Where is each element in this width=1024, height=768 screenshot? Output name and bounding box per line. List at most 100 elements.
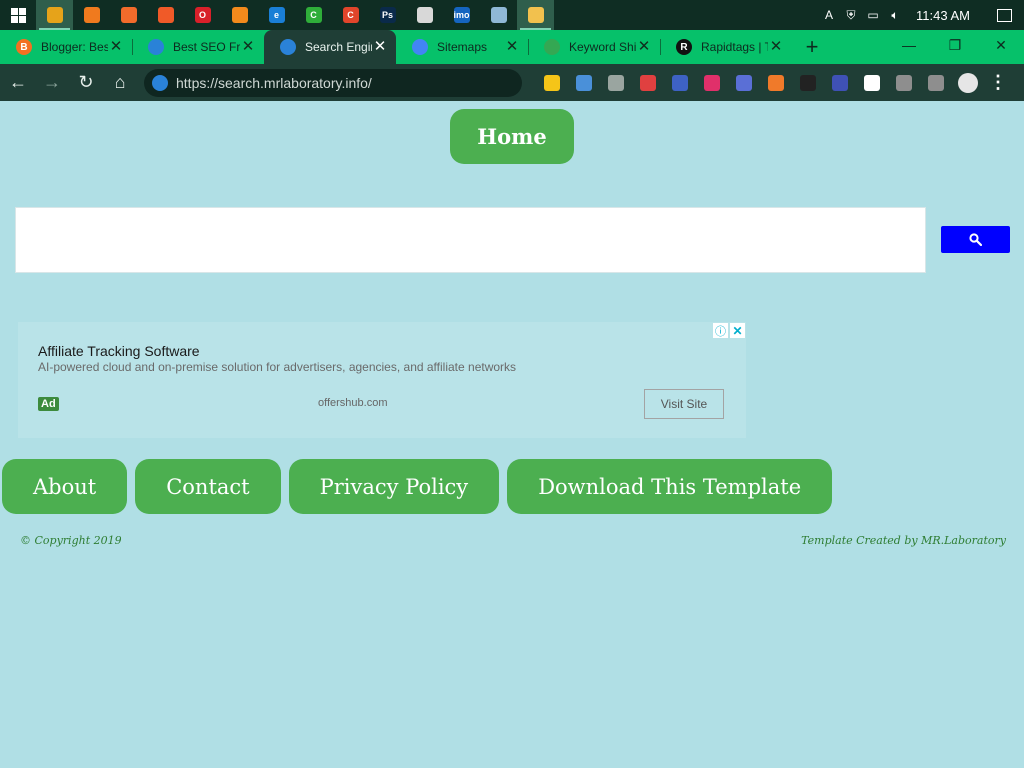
web-page: Home ⓘ ✕ Affiliate Tracking Software AI-… [0, 101, 1024, 768]
taskbar-app-chrome[interactable] [36, 0, 73, 30]
close-window-icon[interactable]: ✕ [978, 30, 1024, 60]
link-button-privacy-policy[interactable]: Privacy Policy [288, 459, 500, 514]
visit-site-button[interactable]: Visit Site [644, 389, 724, 419]
ad-info-icon[interactable]: ⓘ [713, 323, 728, 338]
tab-favicon-icon [148, 39, 164, 55]
link-button-download-this-template[interactable]: Download This Template [507, 459, 833, 514]
address-bar-url[interactable]: https://search.mrlaboratory.info/ [176, 75, 372, 91]
tab-favicon-icon [412, 39, 428, 55]
tab-close-icon[interactable]: ✕ [768, 39, 784, 55]
taskbar-app-terminal[interactable] [406, 0, 443, 30]
forward-button[interactable]: → [36, 67, 68, 99]
search-input[interactable] [16, 208, 925, 272]
tab-favicon-icon [544, 39, 560, 55]
extension-icon[interactable] [824, 67, 856, 99]
home-button[interactable]: Home [450, 109, 574, 164]
browser-tab[interactable]: R Rapidtags | The✕ [660, 30, 792, 64]
browser-tab[interactable]: Search Engine✕ [264, 30, 396, 64]
browser-tab-strip: BBlogger: Best SEO✕Best SEO Friendly✕Sea… [0, 30, 1024, 64]
taskbar-app-brave[interactable] [147, 0, 184, 30]
reload-button[interactable]: ↻ [70, 67, 102, 99]
taskbar-app-opera[interactable]: O [184, 0, 221, 30]
windows-taskbar: Oe C C Ps imo A ⛨ ▭ 🔈︎ 11:43 AM [0, 0, 1024, 30]
browser-tab[interactable]: B Blogger: Best SEO✕ [0, 30, 132, 64]
extension-icon[interactable] [664, 67, 696, 99]
ad-title[interactable]: Affiliate Tracking Software [38, 343, 200, 359]
back-button[interactable]: ← [2, 67, 34, 99]
new-tab-button[interactable]: + [794, 30, 830, 64]
notification-center-icon[interactable] [984, 0, 1024, 30]
profile-avatar[interactable] [952, 67, 984, 99]
extension-icon[interactable] [760, 67, 792, 99]
tab-favicon-icon [280, 39, 296, 55]
tab-title: Rapidtags | The [701, 40, 768, 54]
extension-icon[interactable] [600, 67, 632, 99]
tab-favicon-icon: R [676, 39, 692, 55]
tab-title: Search Engine [305, 40, 372, 54]
browser-tab[interactable]: Best SEO Friendly✕ [132, 30, 264, 64]
advertisement[interactable]: ⓘ ✕ Affiliate Tracking Software AI-power… [18, 322, 746, 438]
taskbar-app-file-explorer[interactable] [517, 0, 554, 30]
extension-icon[interactable] [536, 67, 568, 99]
taskbar-app-imo[interactable]: imo [443, 0, 480, 30]
brave-icon [157, 7, 174, 23]
language-icon[interactable]: A [818, 0, 840, 30]
template-credit: Template Created by MR.Laboratory [801, 534, 1006, 547]
edge-icon: e [268, 7, 285, 23]
opera-icon: O [194, 7, 211, 23]
extension-icon[interactable] [856, 67, 888, 99]
search-box [15, 207, 926, 273]
taskbar-app-notepad[interactable] [480, 0, 517, 30]
uc-browser-icon [120, 7, 137, 23]
tab-close-icon[interactable]: ✕ [108, 39, 124, 55]
ad-domain[interactable]: offershub.com [318, 397, 388, 409]
file-explorer-icon [527, 7, 544, 23]
tab-close-icon[interactable]: ✕ [372, 39, 388, 55]
tab-title: Sitemaps [437, 40, 488, 54]
browser-toolbar: ← → ↻ ⌂ https://search.mrlaboratory.info… [0, 64, 1024, 101]
shield-icon[interactable]: ⛨ [840, 0, 862, 30]
extension-icon[interactable] [920, 67, 952, 99]
ad-badge: Ad [38, 397, 59, 411]
taskbar-app-camtasia-red[interactable]: C [332, 0, 369, 30]
taskbar-app-firefox[interactable] [73, 0, 110, 30]
windows-start-button[interactable] [0, 0, 36, 30]
extension-icon[interactable] [568, 67, 600, 99]
extension-icon[interactable] [696, 67, 728, 99]
link-button-contact[interactable]: Contact [135, 459, 281, 514]
minimize-icon[interactable]: — [886, 30, 932, 60]
extension-icon[interactable] [728, 67, 760, 99]
extension-icon[interactable] [888, 67, 920, 99]
browser-tab[interactable]: Keyword Shitter✕ [528, 30, 660, 64]
extension-icon[interactable] [792, 67, 824, 99]
taskbar-apps: Oe C C Ps imo [36, 0, 554, 30]
browser-tab[interactable]: Sitemaps ✕ [396, 30, 528, 64]
tab-close-icon[interactable]: ✕ [240, 39, 256, 55]
taskbar-app-edge[interactable]: e [258, 0, 295, 30]
taskbar-app-camtasia[interactable]: C [295, 0, 332, 30]
volume-icon[interactable]: 🔈︎ [884, 0, 906, 30]
system-tray: A ⛨ ▭ 🔈︎ 11:43 AM [818, 0, 1024, 30]
taskbar-app-firefox-alt[interactable] [221, 0, 258, 30]
link-button-about[interactable]: About [2, 459, 128, 514]
search-button[interactable] [941, 226, 1010, 253]
browser-menu-icon[interactable]: ⋮ [984, 67, 1012, 99]
tab-close-icon[interactable]: ✕ [504, 39, 520, 55]
taskbar-app-photoshop[interactable]: Ps [369, 0, 406, 30]
taskbar-app-uc-browser[interactable] [110, 0, 147, 30]
ad-close-icon[interactable]: ✕ [730, 323, 745, 338]
network-icon[interactable]: ▭ [862, 0, 884, 30]
extensions-bar [536, 67, 952, 99]
home-icon-button[interactable]: ⌂ [104, 67, 136, 99]
search-icon [969, 233, 982, 246]
tab-close-icon[interactable]: ✕ [636, 39, 652, 55]
extension-icon[interactable] [632, 67, 664, 99]
tab-title: Best SEO Friendly [173, 40, 240, 54]
tab-title: Blogger: Best SEO [41, 40, 108, 54]
site-favicon-icon [152, 74, 168, 91]
restore-icon[interactable]: ❐ [932, 30, 978, 60]
windows-logo-icon [10, 7, 26, 23]
window-controls: — ❐ ✕ [886, 30, 1024, 60]
address-bar[interactable]: https://search.mrlaboratory.info/ [144, 68, 522, 97]
taskbar-clock[interactable]: 11:43 AM [906, 8, 984, 23]
